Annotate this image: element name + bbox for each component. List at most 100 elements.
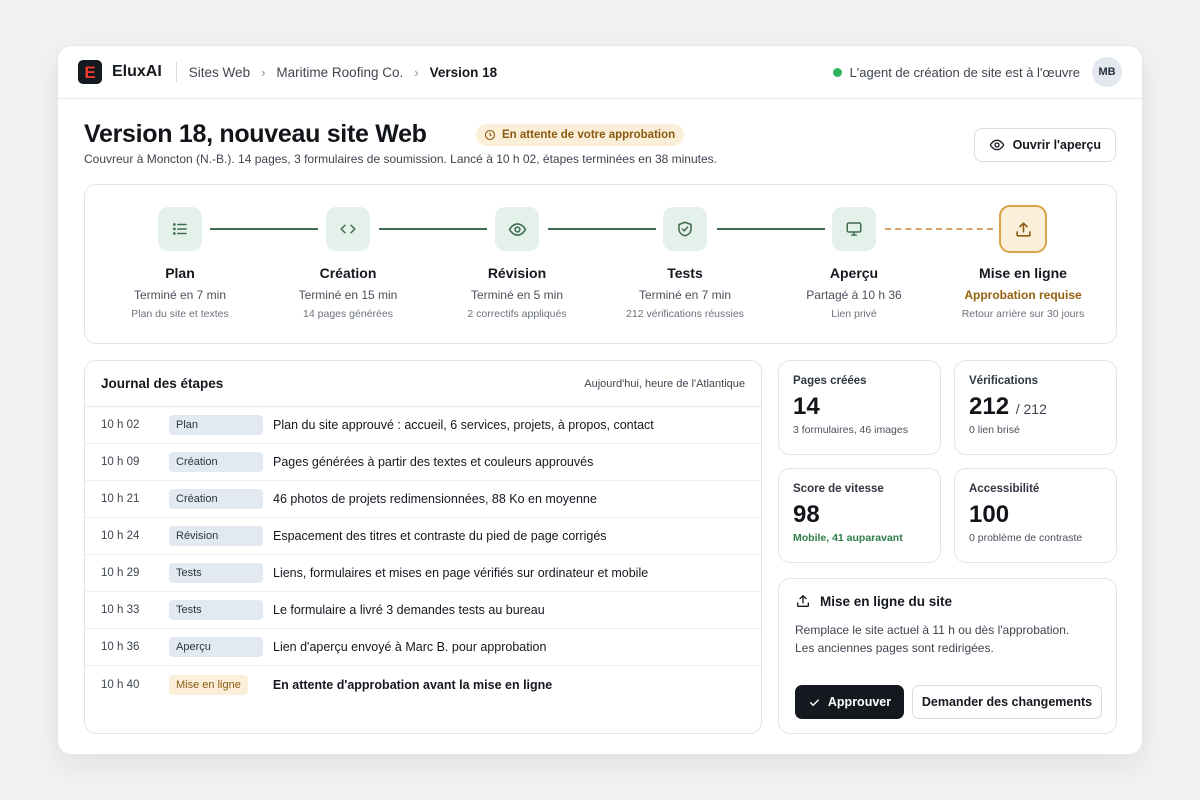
publish-title: Mise en ligne du site xyxy=(820,593,953,609)
publish-header: Mise en ligne du site xyxy=(795,593,1100,609)
step-status: Partagé à 10 h 36 xyxy=(806,288,902,302)
publish-card: Mise en ligne du site Remplace le site a… xyxy=(778,578,1117,734)
log-text: Pages générées à partir des textes et co… xyxy=(273,455,594,469)
step-name: Création xyxy=(319,265,377,281)
logo-letter: E xyxy=(84,62,96,82)
step-status: Terminé en 7 min xyxy=(133,288,227,302)
step-detail: 2 correctifs appliqués xyxy=(467,308,567,320)
step-status: Terminé en 15 min xyxy=(298,288,398,302)
log-text: 46 photos de projets redimensionnées, 88… xyxy=(273,492,597,506)
step-detail: Retour arrière sur 30 jours xyxy=(961,308,1085,320)
stat-speed: Score de vitesse 98 Mobile, 41 auparavan… xyxy=(778,468,941,563)
chevron-right-icon: › xyxy=(414,64,419,80)
log-time: 10 h 09 xyxy=(101,456,140,468)
stat-value-wrap: 212 / 212 xyxy=(969,393,1102,420)
step-name: Tests xyxy=(667,265,703,281)
step-detail: Lien privé xyxy=(831,308,877,320)
step-name: Plan xyxy=(165,265,195,281)
log-text: En attente d'approbation avant la mise e… xyxy=(272,677,553,692)
stat-label: Pages créées xyxy=(793,375,867,387)
log-text: Liens, formulaires et mises en page véri… xyxy=(273,566,649,580)
eye-icon xyxy=(508,222,526,236)
step-tests-icon-box xyxy=(663,207,707,251)
table-row[interactable]: 10 h 02 Plan Plan du site approuvé : acc… xyxy=(85,407,761,444)
step-name: Révision xyxy=(487,265,547,281)
step-plan-icon-box xyxy=(158,207,202,251)
request-changes-button[interactable]: Demander des changements xyxy=(912,685,1102,719)
step-mise-en-ligne-icon-box xyxy=(999,205,1047,253)
step-apercu-icon-box xyxy=(832,207,876,251)
table-row[interactable]: 10 h 21 Création 46 photos de projets re… xyxy=(85,481,761,518)
step-status: Terminé en 5 min xyxy=(470,288,564,302)
log-text: Espacement des titres et contraste du pi… xyxy=(273,529,607,543)
stat-checks: Vérifications 212 / 212 0 lien brisé xyxy=(954,360,1117,455)
log-text: Plan du site approuvé : accueil, 6 servi… xyxy=(273,418,654,432)
stat-value: 98 xyxy=(793,501,820,528)
stat-label: Vérifications xyxy=(969,375,1039,387)
stat-label: Accessibilité xyxy=(969,483,1040,495)
stat-sub: Mobile, 41 auparavant xyxy=(793,532,903,545)
step-connector xyxy=(379,228,487,230)
agent-status: L'agent de création de site est à l'œuvr… xyxy=(832,57,1122,87)
log-tag: Révision xyxy=(169,526,263,546)
step-connector xyxy=(210,228,318,230)
step-detail: 212 vérifications réussies xyxy=(626,308,744,320)
log-time: 10 h 21 xyxy=(101,493,140,505)
step-detail: Plan du site et textes xyxy=(131,308,229,320)
monitor-icon xyxy=(846,222,862,236)
log-time: 10 h 29 xyxy=(101,567,140,579)
log-timezone: Aujourd'hui, heure de l'Atlantique xyxy=(584,377,745,390)
step-status: Terminé en 7 min xyxy=(638,288,732,302)
log-time: 10 h 36 xyxy=(101,641,140,653)
chevron-right-icon: › xyxy=(261,64,266,80)
upload-icon xyxy=(1015,221,1031,237)
log-tag: Mise en ligne xyxy=(169,674,248,695)
open-preview-button[interactable]: Ouvrir l'aperçu xyxy=(973,128,1116,162)
log-tag: Création xyxy=(169,489,263,509)
log-tag: Plan xyxy=(169,415,263,435)
status-dot-icon xyxy=(832,67,842,77)
shield-check-icon xyxy=(678,221,692,237)
avatar[interactable]: MB xyxy=(1092,57,1122,87)
stat-sub: 3 formulaires, 46 images xyxy=(793,424,908,437)
page-subtitle: Couvreur à Moncton (N.-B.). 14 pages, 3 … xyxy=(84,152,717,166)
code-icon xyxy=(340,224,356,234)
stat-value: 212 xyxy=(969,393,1010,420)
brand-name: EluxAI xyxy=(112,63,162,80)
breadcrumb-sites[interactable]: Sites Web xyxy=(189,65,250,80)
status-badge-label: En attente de votre approbation xyxy=(502,129,676,141)
log-tag: Tests xyxy=(169,563,263,583)
breadcrumb-client[interactable]: Maritime Roofing Co. xyxy=(276,65,403,80)
step-creation-icon-box xyxy=(326,207,370,251)
list-icon xyxy=(173,223,187,235)
step-connector xyxy=(717,228,825,230)
clock-icon xyxy=(484,129,496,141)
log-tag: Création xyxy=(169,452,263,472)
stat-sub: 0 lien brisé xyxy=(969,424,1020,437)
table-row[interactable]: 10 h 09 Création Pages générées à partir… xyxy=(85,444,761,481)
approve-button[interactable]: Approuver xyxy=(795,685,904,719)
agent-status-text: L'agent de création de site est à l'œuvr… xyxy=(849,64,1080,80)
approve-label: Approuver xyxy=(827,695,892,709)
publish-line: Les anciennes pages sont redirigées. xyxy=(795,641,994,655)
logo[interactable]: E xyxy=(78,60,102,84)
check-icon xyxy=(809,698,819,706)
steps-log: Journal des étapes Aujourd'hui, heure de… xyxy=(84,360,762,734)
log-time: 10 h 02 xyxy=(101,419,140,431)
page-title: Version 18, nouveau site Web xyxy=(84,120,427,148)
step-status: Approbation requise xyxy=(964,288,1082,302)
table-row[interactable]: 10 h 24 Révision Espacement des titres e… xyxy=(85,518,761,555)
log-text: Le formulaire a livré 3 demandes tests a… xyxy=(273,603,545,617)
publish-line: Remplace le site actuel à 11 h ou dès l'… xyxy=(795,623,1070,637)
table-row[interactable]: 10 h 29 Tests Liens, formulaires et mise… xyxy=(85,555,761,592)
step-revision-icon-box xyxy=(495,207,539,251)
log-text: Lien d'aperçu envoyé à Marc B. pour appr… xyxy=(273,640,547,654)
stat-value: 100 xyxy=(969,501,1010,528)
table-row[interactable]: 10 h 40 Mise en ligne En attente d'appro… xyxy=(85,666,761,703)
table-row[interactable]: 10 h 36 Aperçu Lien d'aperçu envoyé à Ma… xyxy=(85,629,761,666)
table-row[interactable]: 10 h 33 Tests Le formulaire a livré 3 de… xyxy=(85,592,761,629)
stat-sub: 0 problème de contraste xyxy=(969,532,1083,545)
upload-icon xyxy=(797,595,809,607)
step-connector xyxy=(548,228,656,230)
step-detail: 14 pages générées xyxy=(303,308,393,320)
